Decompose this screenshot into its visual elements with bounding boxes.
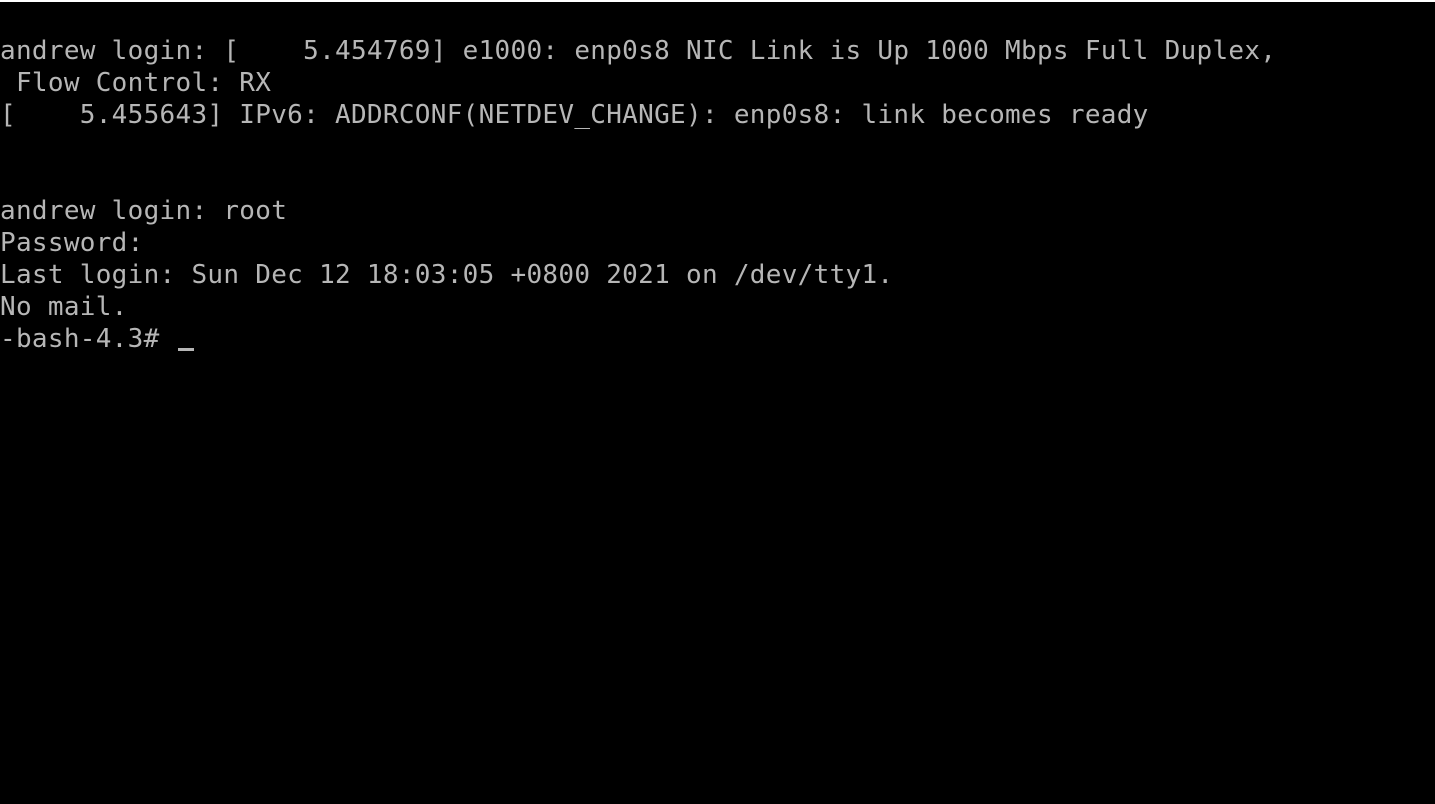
console-line-1: andrew login: [ 5.454769] e1000: enp0s8 … xyxy=(0,36,1277,66)
console-line-3: [ 5.455643] IPv6: ADDRCONF(NETDEV_CHANGE… xyxy=(0,100,1149,130)
text-cursor[interactable] xyxy=(177,348,194,351)
console-screen[interactable]: andrew login: [ 5.454769] e1000: enp0s8 … xyxy=(0,0,1435,804)
shell-prompt: -bash-4.3# xyxy=(0,324,176,354)
console-line-5 xyxy=(0,163,1435,195)
last-login-line: Last login: Sun Dec 12 18:03:05 +0800 20… xyxy=(0,260,894,290)
shell-prompt-line[interactable]: -bash-4.3# xyxy=(0,323,1435,355)
mail-status-line: No mail. xyxy=(0,292,128,322)
console-line-2: Flow Control: RX xyxy=(0,68,272,98)
password-prompt-line: Password: xyxy=(0,228,144,258)
login-prompt-line: andrew login: root xyxy=(0,196,288,226)
console-line-4 xyxy=(0,131,1435,163)
